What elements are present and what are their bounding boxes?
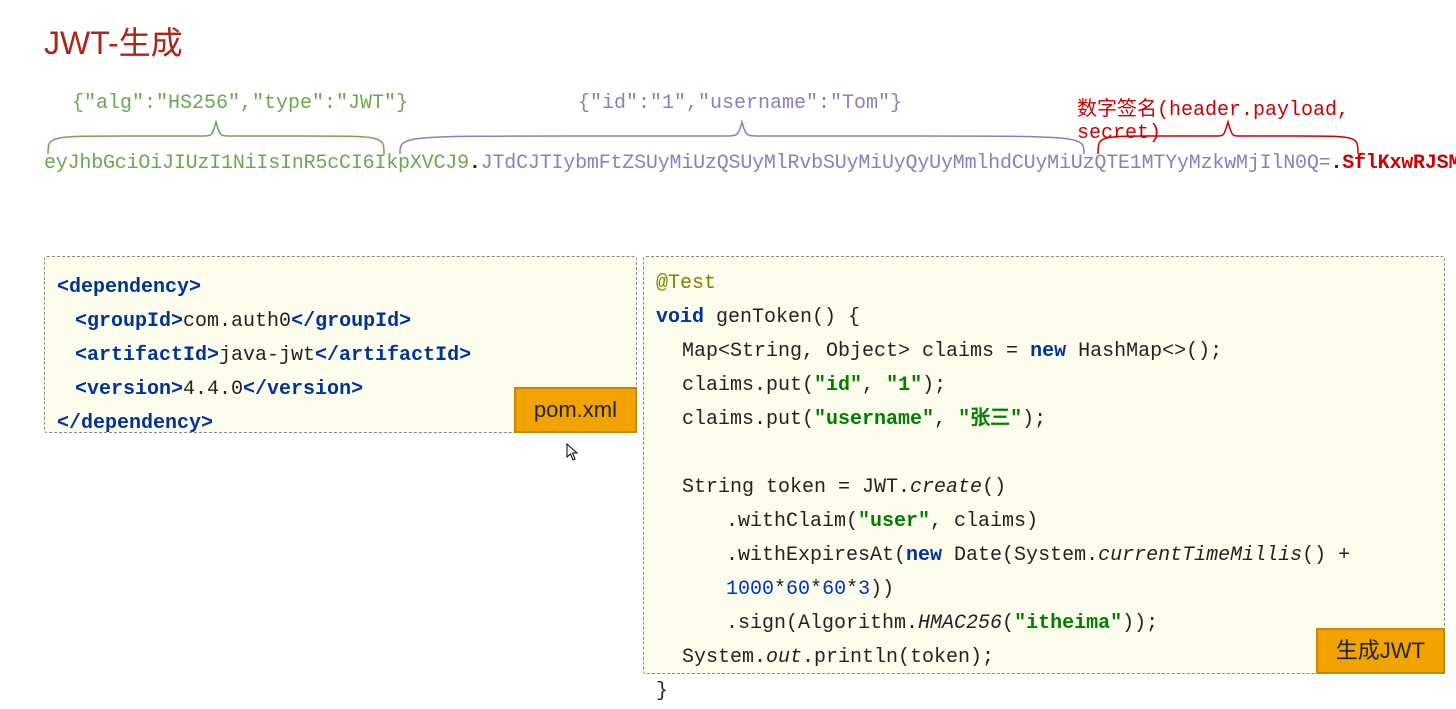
l2a: claims.put(: [682, 374, 814, 397]
groupid-val: com.auth0: [183, 310, 291, 333]
l3m: ,: [934, 408, 958, 431]
l4c: (): [982, 476, 1006, 499]
l1b: new: [1030, 340, 1066, 363]
version-close: </version>: [243, 378, 363, 401]
l6m1: *: [774, 578, 786, 601]
token-signature-part: SflKxwRJSMeKKF2QT4fwpMeJf...: [1342, 152, 1456, 175]
l6m2: *: [810, 578, 822, 601]
l2m: ,: [862, 374, 886, 397]
groupid-close: </groupId>: [291, 310, 411, 333]
l8b: out: [766, 646, 802, 669]
l7c: (: [1002, 612, 1014, 635]
l6n1: 1000: [726, 578, 774, 601]
version-val: 4.4.0: [183, 378, 243, 401]
l7s: "itheima": [1014, 612, 1122, 635]
method-sig: genToken() {: [704, 306, 860, 329]
l3s2: "张三": [958, 408, 1022, 431]
cursor-icon: [566, 443, 580, 461]
l7b: HMAC256: [918, 612, 1002, 635]
pom-code-block: <dependency> <groupId>com.auth0</groupId…: [44, 256, 637, 433]
dep-open: <dependency>: [57, 276, 201, 299]
l4b: create: [910, 476, 982, 499]
l6f: )): [870, 578, 894, 601]
jwt-token-string: eyJhbGciOiJIUzI1NiIsInR5cCI6IkpXVCJ9.JTd…: [44, 152, 1456, 175]
l2s2: "1": [886, 374, 922, 397]
l2e: );: [922, 374, 946, 397]
l6n2: 60: [786, 578, 810, 601]
l7e: ));: [1122, 612, 1158, 635]
artifactid-val: java-jwt: [219, 344, 315, 367]
version-open: <version>: [75, 378, 183, 401]
token-payload-part: JTdCJTIybmFtZSUyMiUzQSUyMlRvbSUyMiUyQyUy…: [481, 152, 1331, 175]
l6e: () +: [1302, 544, 1350, 567]
brace-row: [44, 118, 1414, 156]
l8a: System.: [682, 646, 766, 669]
l3s1: "username": [814, 408, 934, 431]
pom-badge: pom.xml: [514, 387, 637, 433]
groupid-open: <groupId>: [75, 310, 183, 333]
l7a: .sign(Algorithm.: [726, 612, 918, 635]
kw-void: void: [656, 306, 704, 329]
test-code-block: @Test void genToken() { Map<String, Obje…: [643, 256, 1445, 674]
l6n3: 60: [822, 578, 846, 601]
l6d: currentTimeMillis: [1098, 544, 1302, 567]
header-json-label: {"alg":"HS256","type":"JWT"}: [72, 92, 408, 115]
token-header-part: eyJhbGciOiJIUzI1NiIsInR5cCI6IkpXVCJ9: [44, 152, 469, 175]
l2s1: "id": [814, 374, 862, 397]
l6m3: *: [846, 578, 858, 601]
l5a: .withClaim(: [726, 510, 858, 533]
l6c: Date(System.: [942, 544, 1098, 567]
artifactid-open: <artifactId>: [75, 344, 219, 367]
l6b: new: [906, 544, 942, 567]
token-dot-2: .: [1330, 152, 1342, 175]
brace-signature: [1094, 118, 1362, 156]
gen-jwt-badge: 生成JWT: [1316, 628, 1445, 674]
dep-close: </dependency>: [57, 412, 213, 435]
l8c: .println(token);: [802, 646, 994, 669]
brace-payload: [396, 118, 1088, 156]
payload-json-label: {"id":"1","username":"Tom"}: [578, 92, 902, 115]
brace-header: [44, 118, 388, 156]
test-annotation: @Test: [656, 272, 716, 295]
page-title: JWT-生成: [44, 18, 183, 64]
l5s: "user": [858, 510, 930, 533]
l1c: HashMap<>();: [1066, 340, 1222, 363]
l5e: , claims): [930, 510, 1038, 533]
l6n4: 3: [858, 578, 870, 601]
l3a: claims.put(: [682, 408, 814, 431]
l6a: .withExpiresAt(: [726, 544, 906, 567]
l3e: );: [1022, 408, 1046, 431]
artifactid-close: </artifactId>: [315, 344, 471, 367]
l4a: String token = JWT.: [682, 476, 910, 499]
l1a: Map<String, Object> claims =: [682, 340, 1030, 363]
token-dot-1: .: [469, 152, 481, 175]
